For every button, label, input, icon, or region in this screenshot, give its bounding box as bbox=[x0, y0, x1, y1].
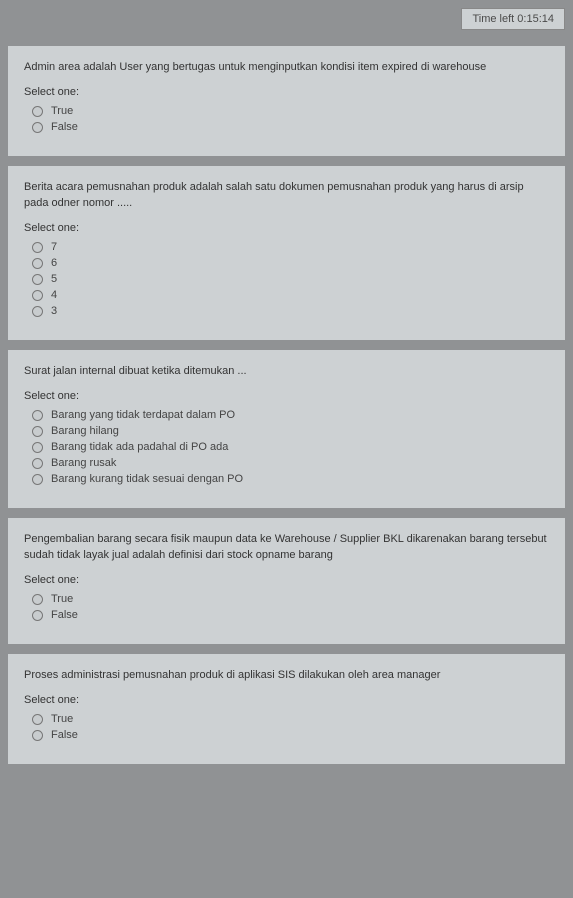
radio-icon bbox=[32, 730, 43, 741]
option-row-false[interactable]: False bbox=[32, 122, 549, 133]
option-label: Barang kurang tidak sesuai dengan PO bbox=[51, 474, 243, 485]
option-label: 5 bbox=[51, 274, 57, 285]
radio-icon bbox=[32, 274, 43, 285]
option-label: 6 bbox=[51, 258, 57, 269]
option-row-kurang[interactable]: Barang kurang tidak sesuai dengan PO bbox=[32, 474, 549, 485]
option-label: 7 bbox=[51, 242, 57, 253]
option-row-true[interactable]: True bbox=[32, 594, 549, 605]
option-label: Barang tidak ada padahal di PO ada bbox=[51, 442, 228, 453]
radio-icon bbox=[32, 106, 43, 117]
option-label: Barang hilang bbox=[51, 426, 119, 437]
radio-icon bbox=[32, 306, 43, 317]
question-text: Admin area adalah User yang bertugas unt… bbox=[24, 60, 549, 76]
option-label: 3 bbox=[51, 306, 57, 317]
option-row-rusak[interactable]: Barang rusak bbox=[32, 458, 549, 469]
option-label: Barang yang tidak terdapat dalam PO bbox=[51, 410, 235, 421]
option-row-3[interactable]: 3 bbox=[32, 306, 549, 317]
select-one-label: Select one: bbox=[24, 574, 549, 586]
question-card-5: Proses administrasi pemusnahan produk di… bbox=[8, 654, 565, 764]
question-card-4: Pengembalian barang secara fisik maupun … bbox=[8, 518, 565, 644]
select-one-label: Select one: bbox=[24, 86, 549, 98]
option-label: Barang rusak bbox=[51, 458, 116, 469]
radio-icon bbox=[32, 242, 43, 253]
select-one-label: Select one: bbox=[24, 390, 549, 402]
option-label: True bbox=[51, 106, 73, 117]
radio-icon bbox=[32, 594, 43, 605]
radio-icon bbox=[32, 442, 43, 453]
radio-icon bbox=[32, 458, 43, 469]
option-label: True bbox=[51, 714, 73, 725]
radio-icon bbox=[32, 410, 43, 421]
question-text: Pengembalian barang secara fisik maupun … bbox=[24, 532, 549, 564]
option-row-false[interactable]: False bbox=[32, 730, 549, 741]
question-text: Berita acara pemusnahan produk adalah sa… bbox=[24, 180, 549, 212]
option-row-4[interactable]: 4 bbox=[32, 290, 549, 301]
option-label: False bbox=[51, 122, 78, 133]
question-card-2: Berita acara pemusnahan produk adalah sa… bbox=[8, 166, 565, 340]
radio-icon bbox=[32, 610, 43, 621]
radio-icon bbox=[32, 258, 43, 269]
option-label: True bbox=[51, 594, 73, 605]
option-row-true[interactable]: True bbox=[32, 714, 549, 725]
radio-icon bbox=[32, 714, 43, 725]
question-card-3: Surat jalan internal dibuat ketika ditem… bbox=[8, 350, 565, 508]
question-card-1: Admin area adalah User yang bertugas unt… bbox=[8, 46, 565, 156]
radio-icon bbox=[32, 474, 43, 485]
option-row-po-not-in[interactable]: Barang yang tidak terdapat dalam PO bbox=[32, 410, 549, 421]
question-text: Surat jalan internal dibuat ketika ditem… bbox=[24, 364, 549, 380]
question-text: Proses administrasi pemusnahan produk di… bbox=[24, 668, 549, 684]
option-row-tidak-ada[interactable]: Barang tidak ada padahal di PO ada bbox=[32, 442, 549, 453]
option-row-6[interactable]: 6 bbox=[32, 258, 549, 269]
option-row-hilang[interactable]: Barang hilang bbox=[32, 426, 549, 437]
option-label: False bbox=[51, 730, 78, 741]
option-row-true[interactable]: True bbox=[32, 106, 549, 117]
option-row-5[interactable]: 5 bbox=[32, 274, 549, 285]
select-one-label: Select one: bbox=[24, 694, 549, 706]
option-row-false[interactable]: False bbox=[32, 610, 549, 621]
radio-icon bbox=[32, 426, 43, 437]
time-left-box: Time left 0:15:14 bbox=[461, 8, 565, 30]
option-label: 4 bbox=[51, 290, 57, 301]
radio-icon bbox=[32, 122, 43, 133]
time-left-label: Time left 0:15:14 bbox=[472, 13, 554, 25]
radio-icon bbox=[32, 290, 43, 301]
option-row-7[interactable]: 7 bbox=[32, 242, 549, 253]
select-one-label: Select one: bbox=[24, 222, 549, 234]
option-label: False bbox=[51, 610, 78, 621]
